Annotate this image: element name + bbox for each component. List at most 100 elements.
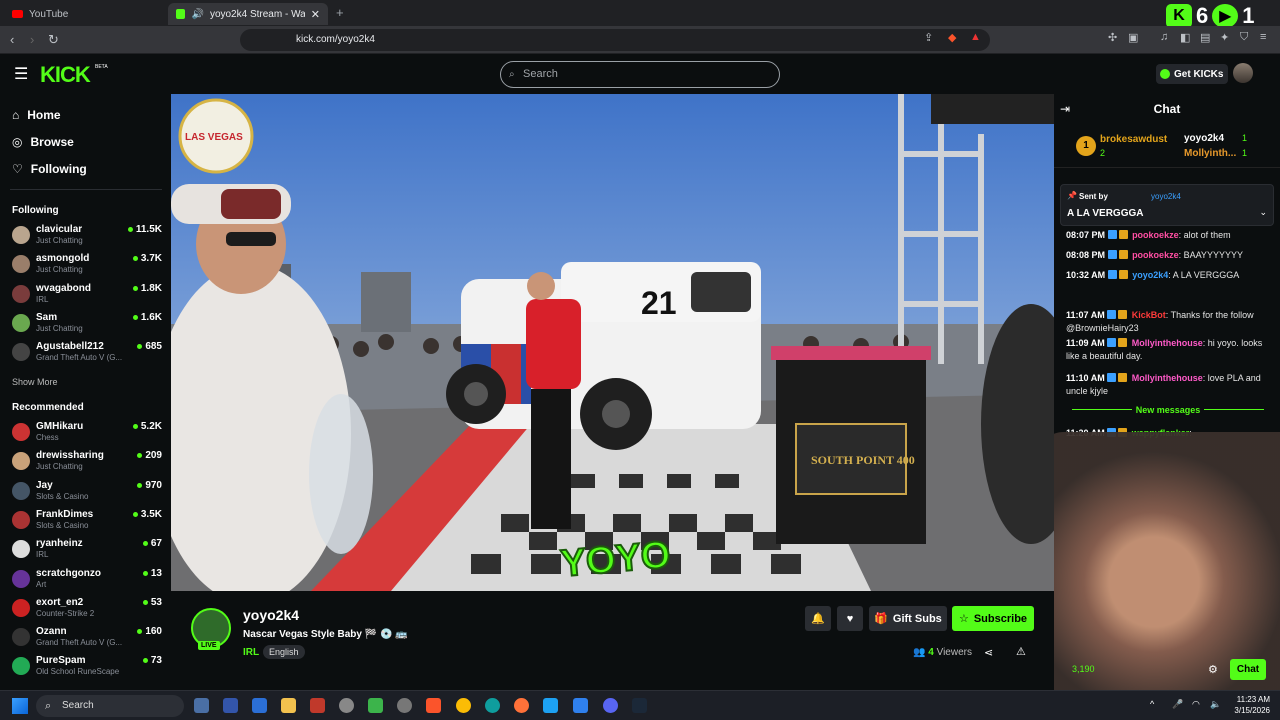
sidebar-channel[interactable]: Agustabell212 Grand Theft Auto V (G... 685: [12, 341, 162, 367]
sidebar-channel[interactable]: drewissharing Just Chatting 209: [12, 450, 162, 476]
app-icon[interactable]: [252, 698, 267, 713]
extensions-icon[interactable]: ✣: [1108, 31, 1117, 44]
gift-subs-button[interactable]: 🎁 Gift Subs: [869, 606, 947, 631]
sidebar-channel[interactable]: wvagabond IRL 1.8K: [12, 283, 162, 309]
settings-gear-icon[interactable]: ⚙: [1208, 663, 1218, 676]
message-user[interactable]: KickBot: [1132, 310, 1166, 320]
menu-icon[interactable]: ≡: [1260, 31, 1266, 43]
gifter-name[interactable]: Mollyinth...: [1184, 148, 1236, 159]
chat-message[interactable]: 10:32 AM yoyo2k4: A LA VERGGGA: [1066, 269, 1276, 282]
brave-shield-icon[interactable]: ◆: [948, 31, 956, 44]
nav-home[interactable]: ⌂ Home: [12, 108, 61, 122]
back-icon[interactable]: ‹: [10, 32, 14, 47]
system-clock[interactable]: 11:23 AM 3/15/2026: [1226, 694, 1270, 716]
screenshot-icon[interactable]: ▣: [1128, 31, 1138, 44]
app-icon[interactable]: [339, 698, 354, 713]
forward-icon[interactable]: ›: [30, 32, 34, 47]
edge-icon[interactable]: [485, 698, 500, 713]
app-icon[interactable]: [397, 698, 412, 713]
vpn-icon[interactable]: ⛉: [1240, 31, 1248, 44]
follow-heart-button[interactable]: ♥: [837, 606, 863, 631]
gifter-name[interactable]: yoyo2k4: [1184, 133, 1224, 144]
hamburger-menu-icon[interactable]: ☰: [14, 64, 28, 84]
message-user[interactable]: pookoekze: [1132, 250, 1179, 260]
nav-following[interactable]: ♡ Following: [12, 162, 87, 176]
windows-start-icon[interactable]: [12, 698, 28, 714]
subscribe-button[interactable]: ☆ Subscribe: [952, 606, 1034, 631]
message-user[interactable]: yoyo2k4: [1132, 270, 1168, 280]
expand-pin-icon[interactable]: ⌄: [1259, 207, 1267, 218]
message-user[interactable]: pookoekze: [1132, 230, 1179, 240]
sidebar-channel[interactable]: Ozann Grand Theft Auto V (G... 160: [12, 626, 162, 652]
language-tag[interactable]: English: [263, 645, 305, 659]
sidebar-channel[interactable]: FrankDimes Slots & Casino 3.5K: [12, 509, 162, 535]
tab-youtube[interactable]: YouTube: [4, 3, 164, 25]
user-avatar[interactable]: [1233, 63, 1253, 83]
sidebar-channel[interactable]: Jay Slots & Casino 970: [12, 480, 162, 506]
app-icon[interactable]: [368, 698, 383, 713]
sidebar-icon[interactable]: ◧: [1180, 31, 1190, 44]
app-icon[interactable]: [223, 698, 238, 713]
brave-rewards-icon[interactable]: ▲: [970, 31, 981, 43]
notification-bell-button[interactable]: 🔔: [805, 606, 831, 631]
sidebar-channel[interactable]: GMHikaru Chess 5.2K: [12, 421, 162, 447]
steam-icon[interactable]: [632, 698, 647, 713]
share-icon[interactable]: ⋖: [984, 646, 993, 659]
channel-name: Jay: [36, 479, 53, 491]
sidebar-channel[interactable]: ryanheinz IRL 67: [12, 538, 162, 564]
channel-points[interactable]: 3,190: [1072, 664, 1095, 674]
wallet-icon[interactable]: ▤: [1200, 31, 1210, 44]
message-time: 08:07 PM: [1066, 230, 1106, 240]
live-dot-icon: [132, 511, 138, 517]
search-input[interactable]: ⌕ Search: [500, 61, 780, 88]
sidebar-channel[interactable]: PureSpam Old School RuneScape 73: [12, 655, 162, 681]
las-vegas-logo-text: LAS VEGAS: [185, 132, 243, 143]
leo-icon[interactable]: ✦: [1220, 31, 1229, 44]
kick-logo[interactable]: KICK: [40, 62, 91, 88]
pinned-message[interactable]: 📌 Sent by yoyo2k4 A LA VERGGGA ⌄: [1060, 184, 1274, 226]
wifi-icon[interactable]: ◠: [1192, 699, 1200, 710]
chat-message[interactable]: 11:09 AM Mollyinthehouse: hi yoyo. looks…: [1066, 337, 1276, 363]
send-chat-button[interactable]: Chat: [1230, 659, 1266, 680]
streamer-name[interactable]: yoyo2k4: [243, 607, 299, 623]
app-icon[interactable]: [543, 698, 558, 713]
app-icon[interactable]: [310, 698, 325, 713]
vscode-icon[interactable]: [573, 698, 588, 713]
chrome-icon[interactable]: [456, 698, 471, 713]
chat-message[interactable]: 08:08 PM pookoekze: BAAYYYYYYY: [1066, 249, 1276, 262]
viewer-count-text: 160: [145, 626, 162, 638]
show-more-link[interactable]: Show More: [12, 377, 58, 387]
app-icon[interactable]: [194, 698, 209, 713]
sidebar-channel[interactable]: Sam Just Chatting 1.6K: [12, 312, 162, 338]
new-tab-button[interactable]: +: [336, 5, 344, 20]
get-kicks-button[interactable]: Get KICKs: [1156, 64, 1228, 84]
chat-message[interactable]: 11:10 AM Mollyinthehouse: love PLA and u…: [1066, 372, 1276, 398]
media-icon[interactable]: ♫: [1160, 31, 1168, 43]
tray-chevron-icon[interactable]: ^: [1150, 699, 1154, 709]
chat-message[interactable]: 11:07 AM KickBot: Thanks for the follow …: [1066, 309, 1276, 335]
close-tab-icon[interactable]: ✕: [311, 8, 320, 21]
sidebar-channel[interactable]: asmongold Just Chatting 3.7K: [12, 253, 162, 279]
share-icon[interactable]: ⇪: [924, 31, 933, 44]
file-explorer-icon[interactable]: [281, 698, 296, 713]
microphone-icon[interactable]: 🎤: [1172, 699, 1183, 710]
taskbar-search[interactable]: ⌕ Search: [36, 695, 184, 717]
report-warning-icon[interactable]: ⚠: [1016, 645, 1026, 658]
chat-message[interactable]: 08:07 PM pookoekze: alot of them: [1066, 229, 1276, 242]
brave-browser-icon[interactable]: [426, 698, 441, 713]
tab-kick-stream[interactable]: 🔊 yoyo2k4 Stream - Watch Live ✕: [168, 3, 328, 25]
message-user[interactable]: Mollyinthehouse: [1132, 373, 1203, 383]
discord-icon[interactable]: [603, 698, 618, 713]
sidebar-channel[interactable]: clavicular Just Chatting 11.5K: [12, 224, 162, 250]
sidebar-channel[interactable]: exort_en2 Counter-Strike 2 53: [12, 597, 162, 623]
stream-category[interactable]: IRL: [243, 647, 259, 658]
message-user[interactable]: Mollyinthehouse: [1132, 338, 1203, 348]
gifter-name[interactable]: brokesawdust: [1100, 134, 1167, 145]
nav-browse[interactable]: ◎ Browse: [12, 135, 74, 149]
volume-icon[interactable]: 🔈: [1210, 699, 1221, 710]
sidebar-channel[interactable]: scratchgonzo Art 13: [12, 568, 162, 594]
firefox-icon[interactable]: [514, 698, 529, 713]
address-bar[interactable]: kick.com/yoyo2k4: [240, 29, 990, 51]
video-player[interactable]: 21 SOUTH POINT 400 LAS VEGAS YOYO: [171, 94, 1054, 591]
reload-icon[interactable]: ↻: [48, 32, 59, 48]
